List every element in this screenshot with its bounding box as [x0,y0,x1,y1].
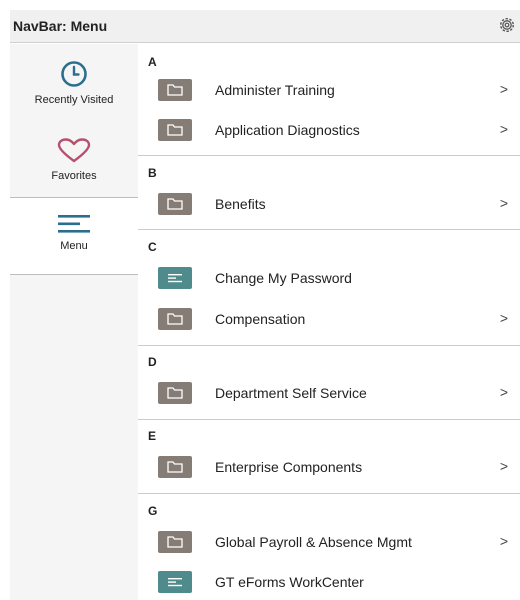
menu-item-label: Global Payroll & Absence Mgmt [215,534,412,550]
menu-item-label: Enterprise Components [215,459,363,475]
sidebar-item-label: Favorites [51,170,97,182]
section-letter: E [148,429,157,443]
menu-item-label: Department Self Service [215,385,367,401]
page-list-icon [158,571,192,593]
sidebar-item-menu[interactable]: Menu [10,197,138,275]
section-divider [138,419,520,420]
section-letter: B [148,166,157,180]
menu-item-benefits[interactable]: Benefits > [138,187,520,221]
menu-item-label: GT eForms WorkCenter [215,574,364,590]
section-letter: C [148,240,157,254]
menu-item-label: Administer Training [215,82,335,98]
folder-icon [158,531,192,553]
section-divider [138,493,520,494]
menu-item-enterprise-components[interactable]: Enterprise Components > [138,450,520,484]
folder-icon [158,382,192,404]
section-divider [138,155,520,156]
section-letter: G [148,504,158,518]
menu-item-compensation[interactable]: Compensation > [138,302,520,336]
menu-item-gt-eforms-workcenter[interactable]: GT eForms WorkCenter [138,565,520,599]
menu-list: A Administer Training > Application Diag… [138,44,520,600]
heart-icon [57,138,91,164]
navbar-sidebar: Recently Visited Favorites Menu [10,44,138,600]
menu-item-application-diagnostics[interactable]: Application Diagnostics > [138,113,520,147]
menu-item-department-self-service[interactable]: Department Self Service > [138,376,520,410]
section-letter: D [148,355,157,369]
menu-item-global-payroll-absence-mgmt[interactable]: Global Payroll & Absence Mgmt > [138,525,520,559]
chevron-right-icon: > [499,533,508,549]
section-divider [138,229,520,230]
navbar-header: NavBar: Menu [10,10,520,43]
chevron-right-icon: > [499,81,508,97]
chevron-right-icon: > [499,458,508,474]
folder-icon [158,79,192,101]
chevron-right-icon: > [499,384,508,400]
menu-item-label: Compensation [215,311,306,327]
menu-item-label: Application Diagnostics [215,122,360,138]
folder-icon [158,308,192,330]
clock-icon [60,60,88,88]
folder-icon [158,193,192,215]
chevron-right-icon: > [499,310,508,326]
menu-item-label: Benefits [215,196,266,212]
chevron-right-icon: > [499,195,508,211]
sidebar-item-label: Recently Visited [34,94,114,106]
sidebar-item-favorites[interactable]: Favorites [10,138,138,194]
chevron-right-icon: > [499,121,508,137]
hamburger-menu-icon [58,214,90,234]
menu-item-administer-training[interactable]: Administer Training > [138,73,520,107]
gear-icon[interactable] [498,16,516,34]
folder-icon [158,456,192,478]
sidebar-item-recently-visited[interactable]: Recently Visited [10,60,138,120]
menu-item-change-my-password[interactable]: Change My Password [138,261,520,295]
page-title: NavBar: Menu [13,18,108,34]
page-list-icon [158,267,192,289]
menu-item-label: Change My Password [215,270,352,286]
sidebar-item-label: Menu [60,240,88,252]
section-letter: A [148,55,157,69]
section-divider [138,345,520,346]
folder-icon [158,119,192,141]
